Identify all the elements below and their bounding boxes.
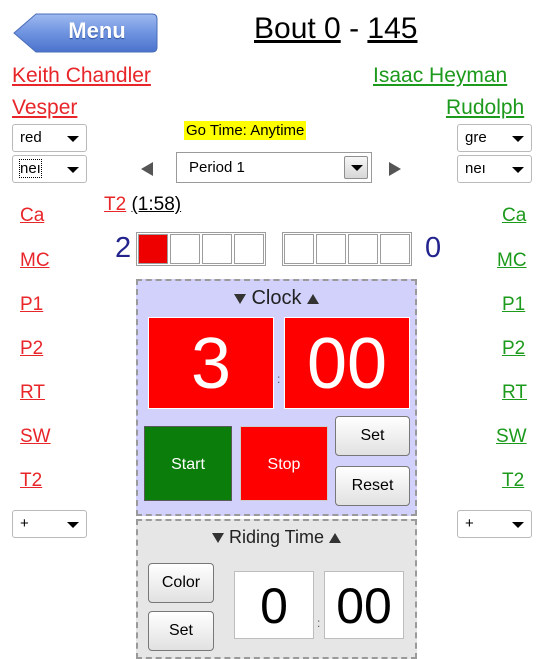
menu-button[interactable]: Menu	[12, 13, 158, 53]
left-move-ca[interactable]: Ca	[20, 205, 44, 227]
timeout-time-link[interactable]: (1:58)	[131, 194, 181, 215]
bout-link[interactable]: Bout 0	[254, 12, 341, 45]
riding-time-title: Riding Time	[228, 527, 325, 547]
riding-time-minutes[interactable]: 0	[234, 571, 314, 639]
right-score-box-4	[380, 234, 410, 264]
left-move-p2[interactable]: P2	[20, 338, 43, 360]
period-select-value: Period 1	[189, 159, 245, 176]
riding-time-panel: Riding Time Color Set 0 : 00	[136, 519, 417, 659]
riding-time-seconds[interactable]: 00	[324, 571, 404, 639]
period-select[interactable]: Period 1	[176, 152, 372, 183]
left-move-t2[interactable]: T2	[20, 470, 42, 492]
left-score-boxes	[136, 232, 266, 266]
collapse-down-icon[interactable]	[233, 293, 246, 304]
start-button[interactable]: Start	[144, 426, 232, 501]
timeout-code-link[interactable]: T2	[104, 194, 126, 215]
left-position-value: neı	[19, 159, 42, 178]
right-move-mc[interactable]: MC	[497, 250, 527, 272]
left-move-p1[interactable]: P1	[20, 294, 43, 316]
right-score-box-3	[348, 234, 378, 264]
right-add-value: +	[465, 515, 474, 532]
right-wrestler-name[interactable]: Isaac Heyman	[373, 64, 507, 88]
bout-number-link[interactable]: 145	[367, 12, 417, 45]
clock-seconds[interactable]: 00	[284, 317, 410, 409]
period-dropdown-button[interactable]	[344, 156, 368, 179]
riding-color-button[interactable]: Color	[148, 563, 214, 603]
right-move-t2[interactable]: T2	[502, 470, 524, 492]
menu-label: Menu	[68, 18, 126, 43]
right-color-value: gre	[465, 129, 487, 146]
clock-title: Clock	[251, 287, 302, 309]
left-move-sw[interactable]: SW	[20, 426, 51, 448]
clock-colon: :	[277, 372, 281, 386]
left-wrestler-name[interactable]: Keith Chandler	[12, 64, 151, 88]
riding-time-header: Riding Time	[138, 527, 415, 548]
left-score-box-3	[202, 234, 232, 264]
previous-period-arrow-icon[interactable]	[141, 162, 153, 176]
next-period-arrow-icon[interactable]	[389, 162, 401, 176]
chevron-down-icon	[512, 522, 524, 528]
clock-minutes[interactable]: 3	[148, 317, 274, 409]
clock-panel: Clock 3 : 00 Start Stop Set Reset	[136, 279, 417, 516]
expand-up-icon[interactable]	[329, 533, 342, 544]
left-score-box-4	[234, 234, 264, 264]
right-wrestler-team[interactable]: Rudolph	[446, 96, 524, 120]
left-position-select[interactable]: neı	[12, 155, 87, 183]
clock-header: Clock	[138, 287, 415, 310]
clock-reset-button[interactable]: Reset	[335, 466, 410, 506]
riding-time-colon: :	[317, 616, 321, 630]
timeout-indicator: T2 (1:58)	[104, 194, 181, 216]
left-score-box-2	[170, 234, 200, 264]
riding-set-button[interactable]: Set	[148, 611, 214, 651]
stop-button[interactable]: Stop	[240, 426, 328, 501]
right-score-box-2	[316, 234, 346, 264]
right-move-p1[interactable]: P1	[502, 294, 525, 316]
left-score-box-1	[138, 234, 168, 264]
right-color-select[interactable]: gre	[457, 124, 532, 152]
go-time-label: Go Time: Anytime	[184, 121, 307, 140]
collapse-down-icon[interactable]	[211, 533, 224, 544]
chevron-down-icon	[67, 522, 79, 528]
right-move-sw[interactable]: SW	[496, 426, 527, 448]
right-position-value: neı	[465, 160, 486, 177]
right-score-box-1	[284, 234, 314, 264]
chevron-down-icon	[512, 167, 524, 173]
expand-up-icon[interactable]	[307, 293, 320, 304]
left-color-value: red	[20, 129, 42, 146]
bout-separator: -	[340, 12, 368, 45]
clock-set-button[interactable]: Set	[335, 416, 410, 456]
right-move-rt[interactable]: RT	[502, 382, 527, 404]
right-position-select[interactable]: neı	[457, 155, 532, 183]
left-add-value: +	[20, 515, 29, 532]
left-color-select[interactable]: red	[12, 124, 87, 152]
left-add-select[interactable]: +	[12, 510, 87, 538]
right-score-boxes	[282, 232, 412, 266]
right-score: 0	[425, 232, 442, 264]
chevron-down-icon	[351, 165, 363, 171]
chevron-down-icon	[67, 167, 79, 173]
left-wrestler-team[interactable]: Vesper	[12, 96, 77, 120]
bout-title: Bout 0 - 145	[254, 12, 417, 46]
left-move-mc[interactable]: MC	[20, 250, 50, 272]
right-add-select[interactable]: +	[457, 510, 532, 538]
left-move-rt[interactable]: RT	[20, 382, 45, 404]
chevron-down-icon	[67, 136, 79, 142]
right-move-p2[interactable]: P2	[502, 338, 525, 360]
left-score: 2	[115, 232, 132, 264]
right-move-ca[interactable]: Ca	[502, 205, 526, 227]
chevron-down-icon	[512, 136, 524, 142]
